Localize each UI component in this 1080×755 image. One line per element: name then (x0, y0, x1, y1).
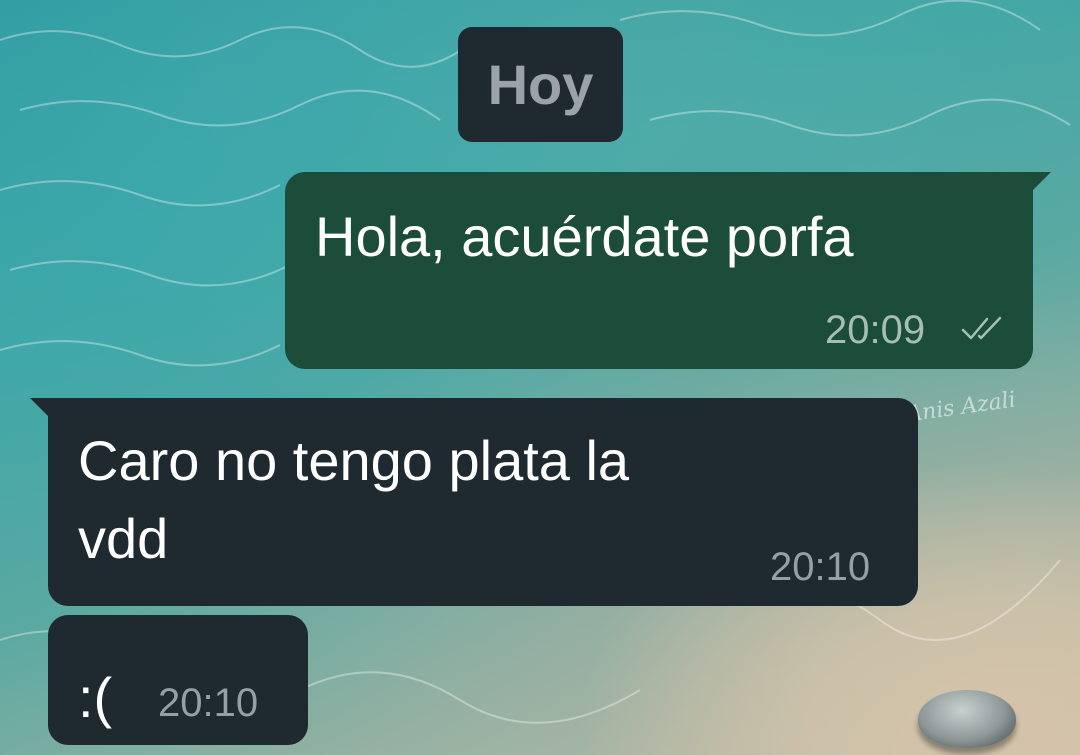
wallpaper-stone (918, 690, 1016, 748)
double-check-icon (961, 316, 1002, 340)
message-text: Hola, acuérdate porfa (315, 205, 854, 268)
bubble-tail (30, 398, 52, 420)
date-separator: Hoy (458, 27, 623, 142)
message-bubble-incoming[interactable]: :( 20:10 (48, 615, 308, 745)
message-timestamp: 20:09 (825, 308, 926, 352)
date-separator-label: Hoy (487, 53, 594, 116)
message-bubble-outgoing[interactable]: Hola, acuérdate porfa 20:09 (285, 172, 1051, 369)
message-bubble-incoming[interactable]: Caro no tengo plata la vdd 20:10 (30, 398, 918, 606)
message-text: Caro no tengo plata la vdd (78, 429, 630, 570)
message-timestamp: 20:10 (770, 545, 871, 589)
message-text: :( (78, 666, 113, 729)
message-timestamp: 20:10 (158, 681, 259, 725)
bubble-tail (1029, 172, 1051, 194)
